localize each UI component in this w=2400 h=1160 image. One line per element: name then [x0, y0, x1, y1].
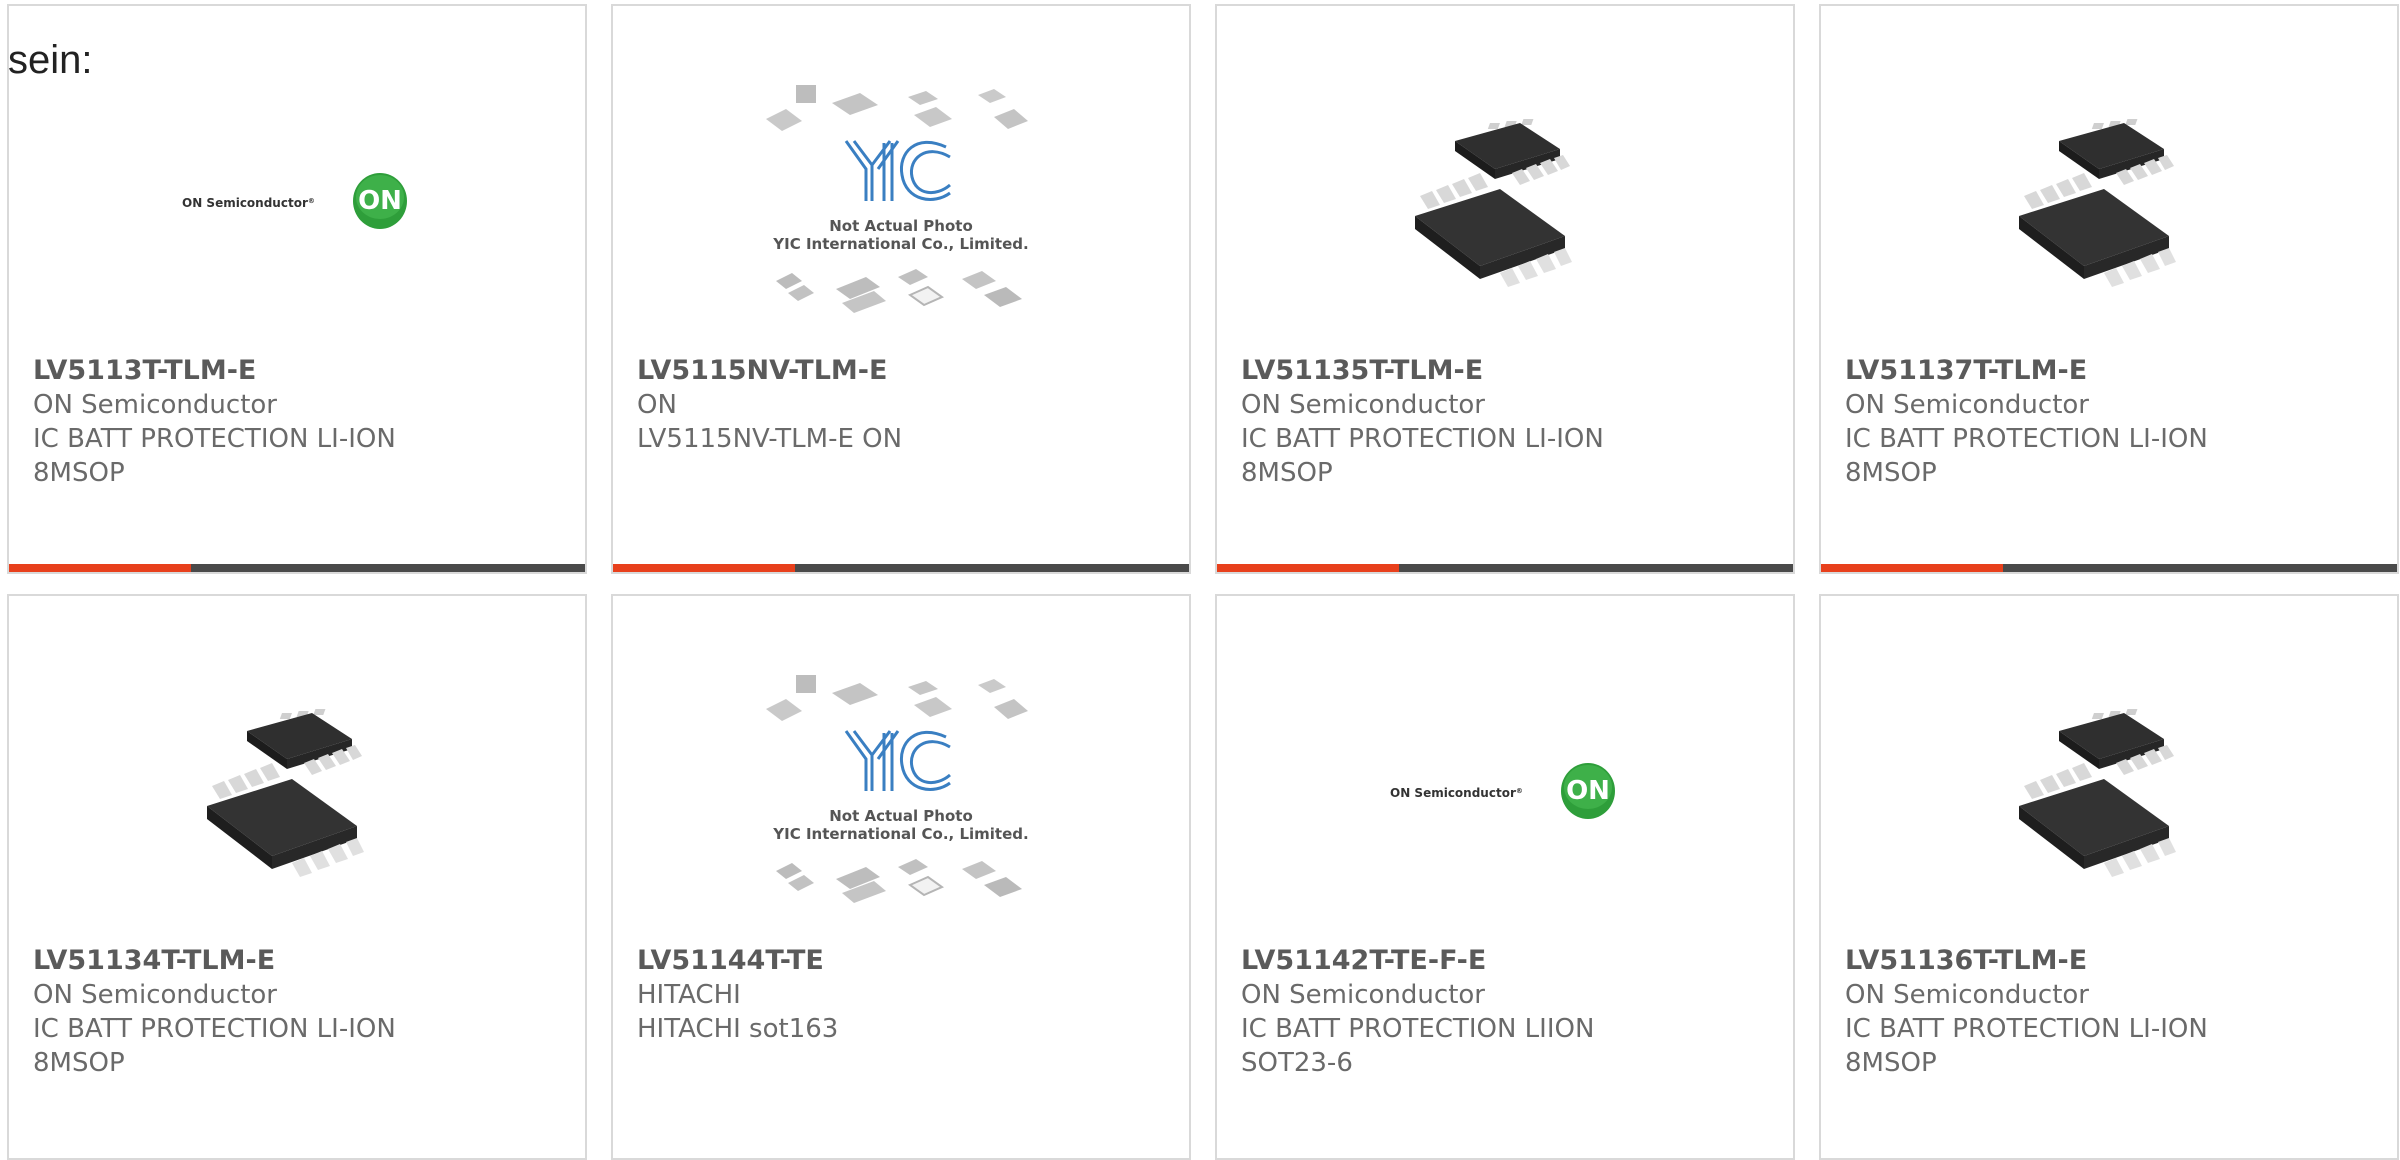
- product-description: HITACHI sot163: [637, 1014, 839, 1044]
- manufacturer-name: ON Semiconductor: [1845, 390, 2089, 420]
- product-card[interactable]: ON Semiconductor® ON LV51142T-TE-F-E ON S…: [1215, 594, 1795, 1160]
- card-bottom-bar: [613, 564, 1189, 572]
- part-number-link[interactable]: LV51136T-TLM-E: [1845, 944, 2381, 978]
- product-info: LV5113T-TLM-E ON Semiconductor IC BATT PRO…: [33, 354, 569, 490]
- svg-text:ON: ON: [1566, 776, 1610, 806]
- manufacturer-name: ON Semiconductor: [1241, 390, 1485, 420]
- svg-text:ON Semiconductor®: ON Semiconductor®: [1390, 786, 1523, 800]
- product-description: IC BATT PROTECTION LI-ION 8MSOP: [33, 424, 396, 488]
- placeholder-photo[interactable]: Not Actual Photo YIC International Co., …: [613, 646, 1189, 936]
- manufacturer-name: ON Semiconductor: [33, 390, 277, 420]
- manufacturer-name: HITACHI: [637, 980, 741, 1010]
- product-info: LV51136T-TLM-E ON Semiconductor IC BATT PR…: [1845, 944, 2381, 1080]
- product-photo[interactable]: [1217, 56, 1793, 346]
- product-info: LV5115NV-TLM-E ON LV5115NV-TLM-E ON: [637, 354, 1173, 456]
- svg-text:ON Semiconductor®: ON Semiconductor®: [182, 196, 315, 210]
- product-info: LV51134T-TLM-E ON Semiconductor IC BATT PR…: [33, 944, 569, 1080]
- placeholder-photo[interactable]: Not Actual Photo YIC International Co., …: [613, 56, 1189, 346]
- product-description: LV5115NV-TLM-E ON: [637, 424, 903, 454]
- product-info: LV51142T-TE-F-E ON Semiconductor IC BATT P…: [1241, 944, 1777, 1080]
- product-card[interactable]: LV51137T-TLM-E ON Semiconductor IC BATT PR…: [1819, 4, 2399, 574]
- manufacturer-logo[interactable]: ON Semiconductor® ON: [1217, 646, 1793, 936]
- product-card[interactable]: ON Semiconductor® ON LV5113T-TLM-E ON Sem…: [7, 4, 587, 574]
- photo-note-2: YIC International Co., Limited.: [772, 235, 1028, 253]
- manufacturer-name: ON Semiconductor: [1845, 980, 2089, 1010]
- product-info: LV51135T-TLM-E ON Semiconductor IC BATT PR…: [1241, 354, 1777, 490]
- part-number-link[interactable]: LV51142T-TE-F-E: [1241, 944, 1777, 978]
- card-bottom-bar: [9, 564, 585, 572]
- photo-note-1: Not Actual Photo: [829, 217, 973, 235]
- product-description: IC BATT PROTECTION LI-ION 8MSOP: [1241, 424, 1604, 488]
- part-number-link[interactable]: LV51134T-TLM-E: [33, 944, 569, 978]
- manufacturer-name: ON Semiconductor: [1241, 980, 1485, 1010]
- product-info: LV51137T-TLM-E ON Semiconductor IC BATT PR…: [1845, 354, 2381, 490]
- product-description: IC BATT PROTECTION LI-ION 8MSOP: [1845, 424, 2208, 488]
- photo-note-2: YIC International Co., Limited.: [772, 825, 1028, 843]
- card-bottom-bar: [1821, 564, 2397, 572]
- part-number-link[interactable]: LV5115NV-TLM-E: [637, 354, 1173, 388]
- manufacturer-logo[interactable]: ON Semiconductor® ON: [9, 56, 585, 346]
- product-card[interactable]: LV51135T-TLM-E ON Semiconductor IC BATT PR…: [1215, 4, 1795, 574]
- product-photo[interactable]: [1821, 56, 2397, 346]
- part-number-link[interactable]: LV51144T-TE: [637, 944, 1173, 978]
- product-description: IC BATT PROTECTION LI-ION 8MSOP: [1845, 1014, 2208, 1078]
- product-card[interactable]: Not Actual Photo YIC International Co., …: [611, 4, 1191, 574]
- product-photo[interactable]: [1821, 646, 2397, 936]
- intro-text: sein:: [8, 38, 93, 82]
- part-number-link[interactable]: LV5113T-TLM-E: [33, 354, 569, 388]
- product-card[interactable]: Not Actual Photo YIC International Co., …: [611, 594, 1191, 1160]
- product-description: IC BATT PROTECTION LIION SOT23-6: [1241, 1014, 1595, 1078]
- card-bottom-bar: [1217, 564, 1793, 572]
- product-info: LV51144T-TE HITACHI HITACHI sot163: [637, 944, 1173, 1046]
- manufacturer-name: ON Semiconductor: [33, 980, 277, 1010]
- svg-text:ON: ON: [358, 186, 402, 216]
- photo-note-1: Not Actual Photo: [829, 807, 973, 825]
- product-card[interactable]: LV51134T-TLM-E ON Semiconductor IC BATT PR…: [7, 594, 587, 1160]
- product-photo[interactable]: [9, 646, 585, 936]
- part-number-link[interactable]: LV51135T-TLM-E: [1241, 354, 1777, 388]
- product-description: IC BATT PROTECTION LI-ION 8MSOP: [33, 1014, 396, 1078]
- part-number-link[interactable]: LV51137T-TLM-E: [1845, 354, 2381, 388]
- manufacturer-name: ON: [637, 390, 677, 420]
- product-card[interactable]: LV51136T-TLM-E ON Semiconductor IC BATT PR…: [1819, 594, 2399, 1160]
